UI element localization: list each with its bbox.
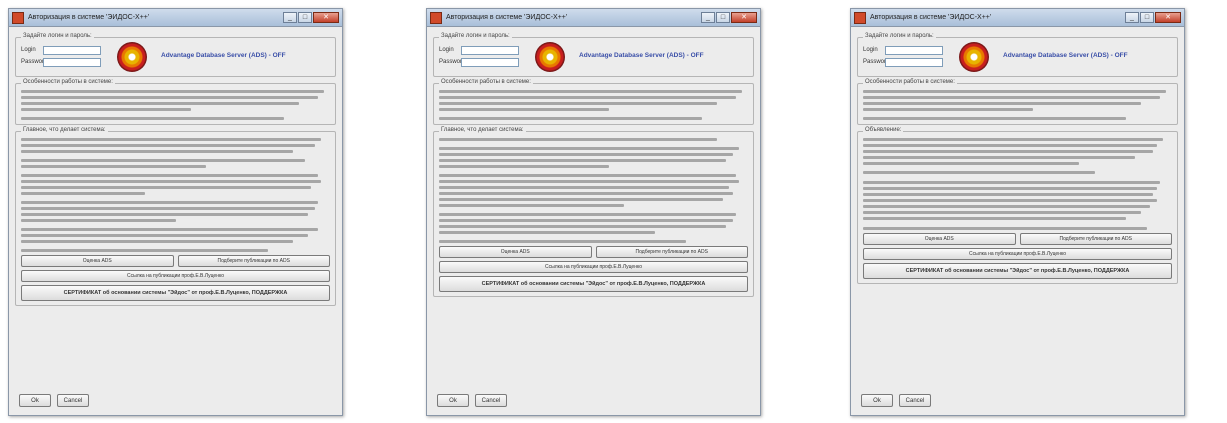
ok-button[interactable]: Ok bbox=[437, 394, 469, 407]
cancel-button[interactable]: Cancel bbox=[57, 394, 89, 407]
password-label: Password bbox=[863, 59, 890, 65]
features-text bbox=[863, 90, 1172, 120]
main-group: Главное, что делает система: Оценка ADS … bbox=[433, 127, 754, 297]
features-text bbox=[439, 90, 748, 120]
ads-publications-button[interactable]: Подберите публикации по ADS bbox=[177, 255, 330, 267]
features-label: Особенности работы в системе: bbox=[21, 79, 115, 85]
main-label: Главное, что делает система: bbox=[21, 127, 108, 133]
window-title: Авторизация в системе 'ЭЙДОС-Х++' bbox=[870, 14, 992, 21]
ads-evaluate-button[interactable]: Оценка ADS bbox=[863, 233, 1016, 245]
title-bar[interactable]: Авторизация в системе 'ЭЙДОС-Х++' _ □ ✕ bbox=[427, 9, 760, 27]
minimize-icon[interactable]: _ bbox=[1125, 12, 1139, 23]
login-label: Login bbox=[21, 47, 36, 53]
ads-publications-button[interactable]: Подберите публикации по ADS bbox=[1019, 233, 1172, 245]
maximize-icon[interactable]: □ bbox=[298, 12, 312, 23]
password-input[interactable] bbox=[461, 57, 519, 67]
login-label: Login bbox=[439, 47, 454, 53]
features-label: Особенности работы в системе: bbox=[863, 79, 957, 85]
ads-evaluate-button[interactable]: Оценка ADS bbox=[439, 246, 592, 258]
features-text bbox=[21, 90, 330, 120]
login-group-label: Задайте логин и пароль: bbox=[21, 33, 94, 39]
login-label: Login bbox=[863, 47, 878, 53]
password-input[interactable] bbox=[43, 57, 101, 67]
login-window-1: Авторизация в системе 'ЭЙДОС-Х++' _ □ ✕ … bbox=[8, 8, 343, 416]
login-group-label: Задайте логин и пароль: bbox=[439, 33, 512, 39]
features-label: Особенности работы в системе: bbox=[439, 79, 533, 85]
password-label: Password bbox=[21, 59, 48, 65]
login-group: Задайте логин и пароль: Login Password A… bbox=[857, 33, 1178, 77]
certificate-button[interactable]: СЕРТИФИКАТ об основании системы "Эйдос" … bbox=[439, 276, 748, 292]
main-text bbox=[21, 138, 330, 252]
password-input[interactable] bbox=[885, 57, 943, 67]
login-input[interactable] bbox=[43, 45, 101, 55]
maximize-icon[interactable]: □ bbox=[716, 12, 730, 23]
publications-link-button[interactable]: Ссылка на публикации проф.Е.В.Луценко bbox=[439, 261, 748, 273]
close-icon[interactable]: ✕ bbox=[1155, 12, 1181, 23]
announcement-group: Объявление: Оценка ADS Подберите публика… bbox=[857, 127, 1178, 284]
main-text bbox=[439, 138, 748, 243]
cancel-button[interactable]: Cancel bbox=[475, 394, 507, 407]
password-label: Password bbox=[439, 59, 466, 65]
cancel-button[interactable]: Cancel bbox=[899, 394, 931, 407]
minimize-icon[interactable]: _ bbox=[701, 12, 715, 23]
ads-publications-button[interactable]: Подберите публикации по ADS bbox=[595, 246, 748, 258]
login-window-3: Авторизация в системе 'ЭЙДОС-Х++' _ □ ✕ … bbox=[850, 8, 1185, 416]
announcement-label: Объявление: bbox=[863, 127, 904, 133]
login-input[interactable] bbox=[461, 45, 519, 55]
main-group: Главное, что делает система: Оценка ADS … bbox=[15, 127, 336, 306]
maximize-icon[interactable]: □ bbox=[1140, 12, 1154, 23]
eidos-logo bbox=[535, 42, 565, 72]
publications-link-button[interactable]: Ссылка на публикации проф.Е.В.Луценко bbox=[863, 248, 1172, 260]
app-icon bbox=[854, 11, 866, 24]
ads-evaluate-button[interactable]: Оценка ADS bbox=[21, 255, 174, 267]
certificate-button[interactable]: СЕРТИФИКАТ об основании системы "Эйдос" … bbox=[863, 263, 1172, 279]
login-input[interactable] bbox=[885, 45, 943, 55]
close-icon[interactable]: ✕ bbox=[313, 12, 339, 23]
close-icon[interactable]: ✕ bbox=[731, 12, 757, 23]
announcement-text bbox=[863, 138, 1172, 230]
ok-button[interactable]: Ok bbox=[19, 394, 51, 407]
login-group-label: Задайте логин и пароль: bbox=[863, 33, 936, 39]
minimize-icon[interactable]: _ bbox=[283, 12, 297, 23]
features-group: Особенности работы в системе: bbox=[857, 79, 1178, 125]
features-group: Особенности работы в системе: bbox=[433, 79, 754, 125]
window-title: Авторизация в системе 'ЭЙДОС-Х++' bbox=[446, 14, 568, 21]
certificate-button[interactable]: СЕРТИФИКАТ об основании системы "Эйдос" … bbox=[21, 285, 330, 301]
ads-status: Advantage Database Server (ADS) - OFF bbox=[161, 52, 286, 59]
ads-status: Advantage Database Server (ADS) - OFF bbox=[579, 52, 704, 59]
title-bar[interactable]: Авторизация в системе 'ЭЙДОС-Х++' _ □ ✕ bbox=[851, 9, 1184, 27]
ok-button[interactable]: Ok bbox=[861, 394, 893, 407]
login-group: Задайте логин и пароль: Login Password A… bbox=[15, 33, 336, 77]
login-window-2: Авторизация в системе 'ЭЙДОС-Х++' _ □ ✕ … bbox=[426, 8, 761, 416]
main-label: Главное, что делает система: bbox=[439, 127, 526, 133]
eidos-logo bbox=[959, 42, 989, 72]
title-bar[interactable]: Авторизация в системе 'ЭЙДОС-Х++' _ □ ✕ bbox=[9, 9, 342, 27]
window-title: Авторизация в системе 'ЭЙДОС-Х++' bbox=[28, 14, 150, 21]
login-group: Задайте логин и пароль: Login Password A… bbox=[433, 33, 754, 77]
app-icon bbox=[430, 11, 442, 24]
ads-status: Advantage Database Server (ADS) - OFF bbox=[1003, 52, 1128, 59]
publications-link-button[interactable]: Ссылка на публикации проф.Е.В.Луценко bbox=[21, 270, 330, 282]
features-group: Особенности работы в системе: bbox=[15, 79, 336, 125]
app-icon bbox=[12, 11, 24, 24]
eidos-logo bbox=[117, 42, 147, 72]
